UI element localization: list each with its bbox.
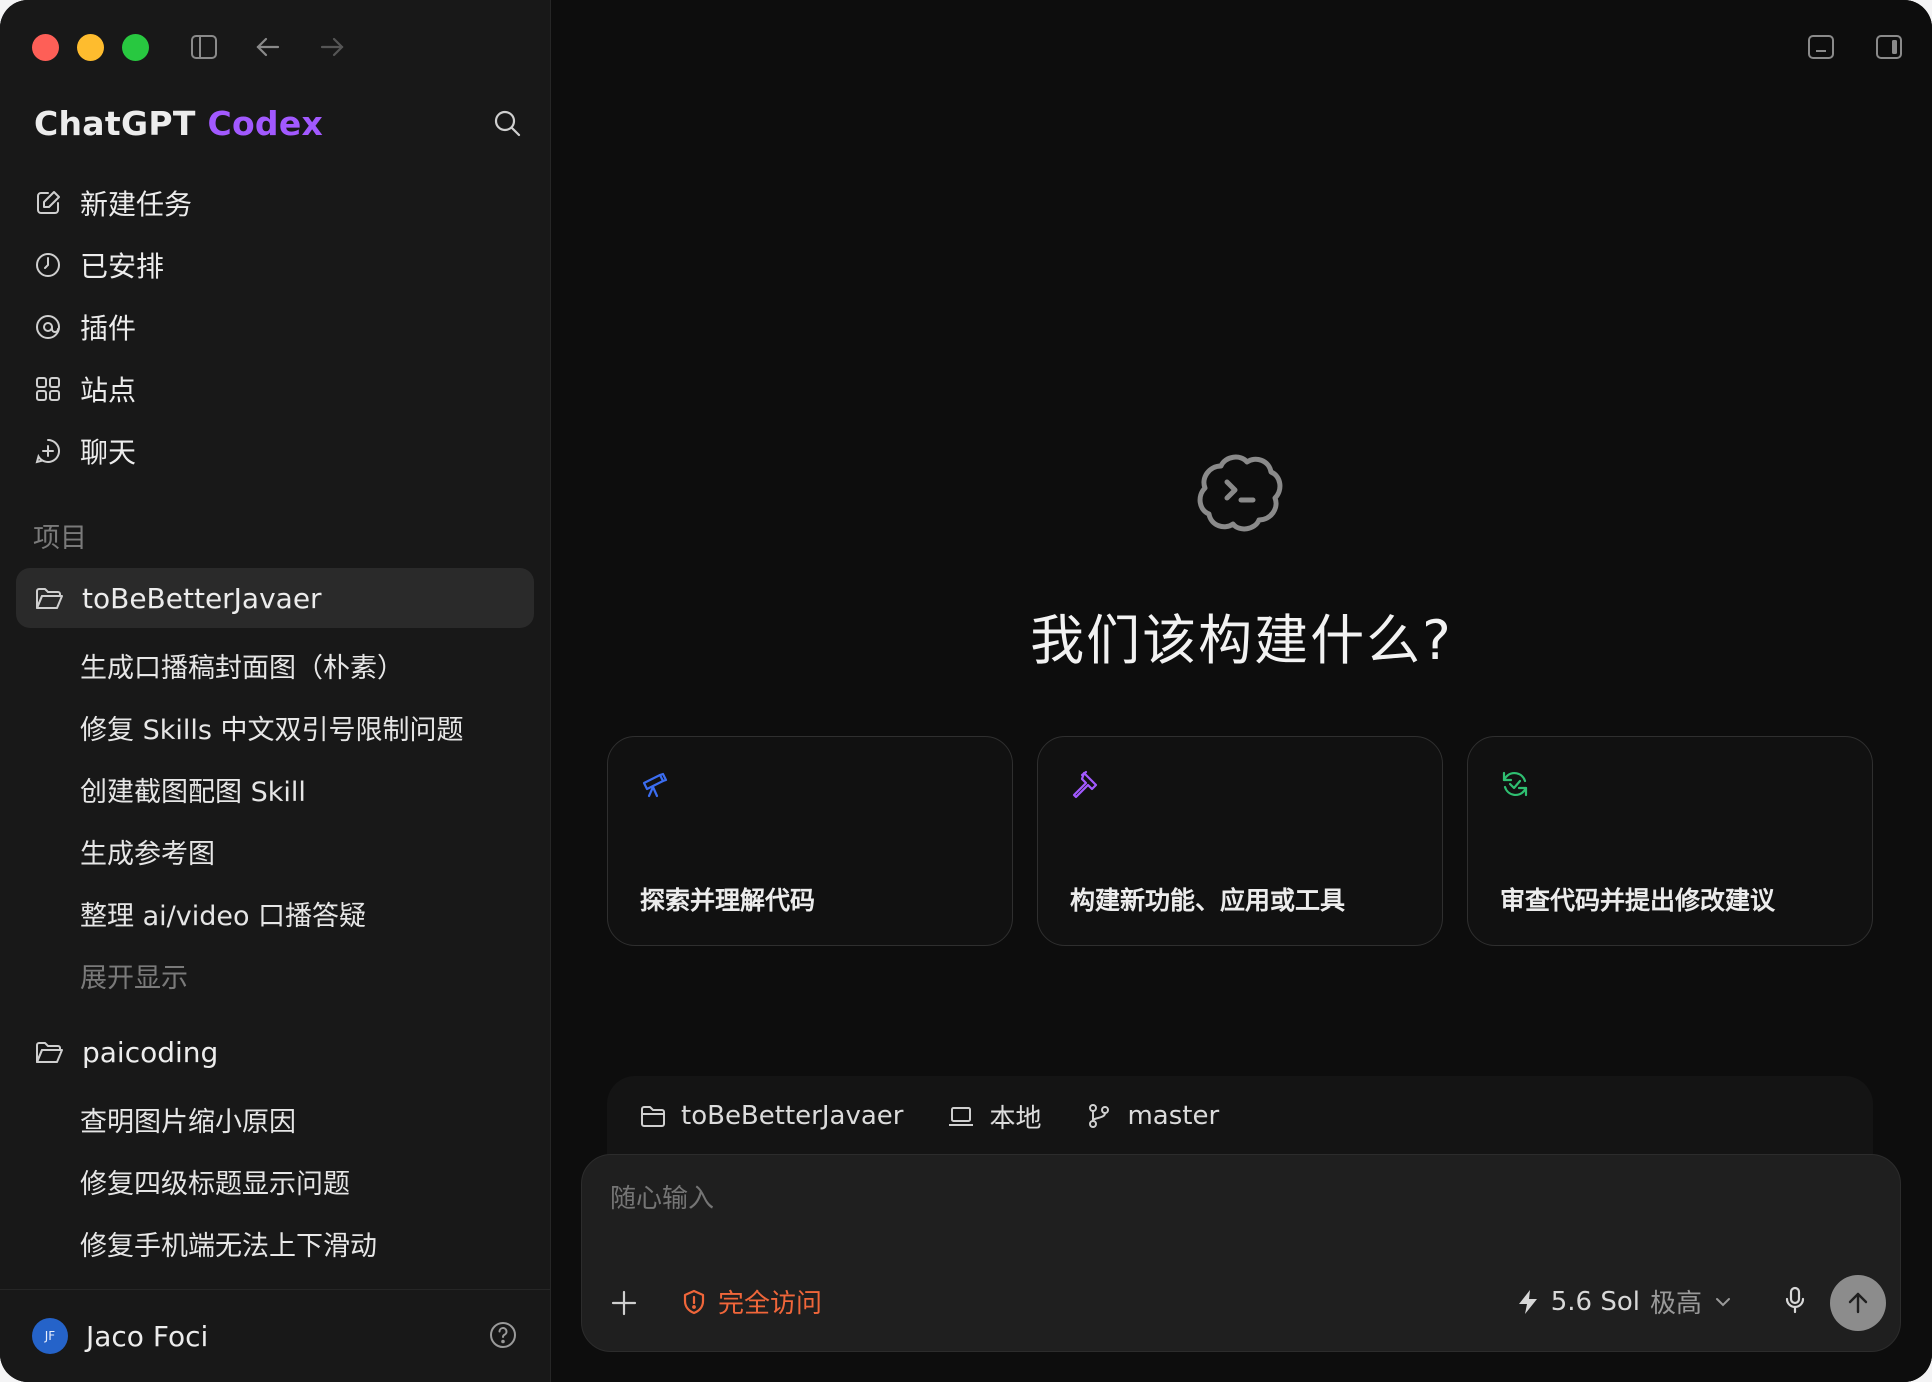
sidebar-nav: 新建任务 已安排 插件 站点 聊天 [0,172,550,482]
user-bar[interactable]: JF Jaco Foci [0,1289,550,1382]
thread-item[interactable]: 查明图片缩小原因 [80,1100,296,1139]
edit-icon [37,191,60,214]
toggle-terminal-icon[interactable] [1807,34,1835,60]
git-branch-icon [1089,1104,1110,1128]
thread-item[interactable]: 修复四级标题显示问题 [80,1162,350,1201]
nav-item-chat[interactable]: 聊天 [0,420,550,482]
thread-item[interactable]: 整理 ai/video 口播答疑 [80,894,366,933]
access-mode-label: 完全访问 [718,1289,823,1319]
nav-item-new-task[interactable]: 新建任务 [0,172,550,234]
clock-icon [36,253,60,277]
project-tobebetterjavaer[interactable]: toBeBetterJavaer [16,568,534,628]
maximize-window-button[interactable] [122,34,149,61]
nav-item-sites[interactable]: 站点 [0,358,550,420]
nav-item-scheduled[interactable]: 已安排 [0,234,550,296]
card-label: 探索并理解代码 [640,886,816,915]
thread-item[interactable]: 生成参考图 [80,832,215,871]
nav-label: 站点 [80,374,137,407]
nav-label: 新建任务 [80,188,193,221]
nav-label: 已安排 [80,250,165,283]
thread-item[interactable]: 修复手机端无法上下滑动 [80,1224,377,1263]
brand-primary: ChatGPT [34,104,196,143]
project-name: toBeBetterJavaer [82,581,322,615]
suggestion-card-explore[interactable]: 探索并理解代码 [607,736,1013,946]
expand-threads-link[interactable]: 展开显示 [80,956,188,995]
back-arrow-icon[interactable] [254,34,282,60]
microphone-icon[interactable] [1782,1285,1808,1315]
card-label: 构建新功能、应用或工具 [1070,886,1346,915]
app-brand: ChatGPT Codex [34,104,323,143]
model-name: 5.6 Sol [1550,1286,1640,1317]
context-project-selector[interactable]: toBeBetterJavaer [639,1101,903,1131]
context-branch-label: master [1127,1101,1220,1131]
hammer-icon [1072,770,1098,799]
thread-item[interactable]: 生成口播稿封面图（朴素） [80,646,404,685]
folder-icon [641,1106,665,1127]
plugin-icon [36,315,60,339]
context-bar: toBeBetterJavaer 本地 master [607,1076,1873,1156]
toggle-side-panel-icon[interactable] [1875,34,1903,60]
thread-item[interactable]: 修复 Skills 中文双引号限制问题 [80,708,464,747]
context-environment-label: 本地 [989,1103,1042,1134]
model-effort: 极高 [1649,1289,1702,1319]
forward-arrow-icon[interactable] [318,34,346,60]
page-title: 我们该构建什么? [1030,609,1453,672]
card-label: 审查代码并提出修改建议 [1500,886,1776,915]
context-environment-selector[interactable]: 本地 [947,1098,1041,1135]
nav-label: 聊天 [80,436,137,469]
window-controls [32,34,149,61]
shield-warning-icon [683,1289,705,1314]
user-name: Jaco Foci [86,1319,209,1353]
nav-item-plugins[interactable]: 插件 [0,296,550,358]
avatar: JF [32,1318,68,1354]
context-project-label: toBeBetterJavaer [681,1101,904,1131]
suggestion-cards: 探索并理解代码 构建新功能、应用或工具 审查代码并提出修改建议 [607,736,1873,946]
close-window-button[interactable] [32,34,59,61]
minimize-window-button[interactable] [77,34,104,61]
brand-secondary: Codex [207,104,324,143]
toggle-sidebar-icon[interactable] [190,34,218,60]
thread-item[interactable]: 创建截图配图 Skill [80,770,306,809]
help-icon[interactable] [488,1320,518,1350]
prompt-input[interactable] [608,1183,1512,1215]
review-refresh-icon [1502,771,1528,797]
add-attachment-icon[interactable] [610,1289,638,1317]
search-icon[interactable] [492,108,522,138]
telescope-icon [642,772,668,798]
folder-open-icon [36,588,63,609]
nav-label: 插件 [80,312,137,345]
projects-section-label: 项目 [33,523,87,554]
context-branch-selector[interactable]: master [1085,1101,1219,1131]
folder-open-icon [36,1042,63,1063]
app-window: ChatGPT Codex 新建任务 已安排 插件 站点 聊天 项目 toBeB… [0,0,1932,1382]
grid-icon [36,377,60,401]
arrow-up-icon [1848,1292,1868,1314]
chevron-down-icon [1716,1297,1730,1306]
composer: 完全访问 5.6 Sol 极高 [581,1154,1901,1352]
chat-plus-icon [35,438,60,464]
suggestion-card-build[interactable]: 构建新功能、应用或工具 [1037,736,1443,946]
project-name: paicoding [82,1035,219,1069]
access-mode-button[interactable]: 完全访问 [680,1283,822,1320]
main-panel: 我们该构建什么? 探索并理解代码 构建新功能、应用或工具 审查代码并提出修改建议… [551,0,1932,1382]
laptop-icon [949,1107,974,1126]
lightning-icon [1518,1289,1537,1314]
project-paicoding[interactable]: paicoding [16,1022,534,1082]
send-button[interactable] [1830,1275,1886,1331]
model-selector[interactable]: 5.6 Sol 极高 [1515,1283,1734,1320]
codex-logo-icon [1197,454,1283,532]
suggestion-card-review[interactable]: 审查代码并提出修改建议 [1467,736,1873,946]
sidebar: ChatGPT Codex 新建任务 已安排 插件 站点 聊天 项目 toBeB… [0,0,551,1382]
